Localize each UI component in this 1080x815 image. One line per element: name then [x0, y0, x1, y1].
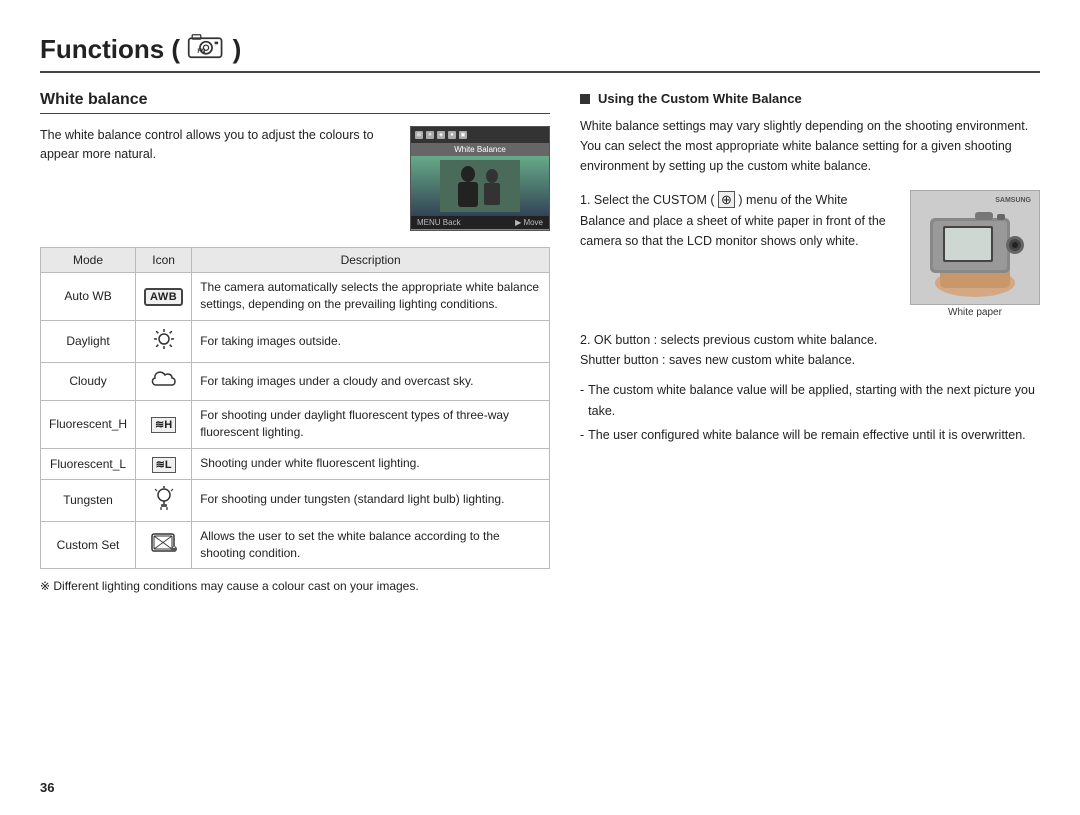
step2-label: 2. OK button [580, 333, 650, 347]
col-header-icon: Icon [136, 248, 192, 273]
screen-label: White Balance [411, 143, 549, 156]
fluorescent-h-icon: ≋H [151, 417, 176, 433]
page: Functions ( FN ) White balance The white… [0, 0, 1080, 815]
step1-label: 1. Select the CUSTOM ( [580, 193, 715, 207]
desc-cell: Allows the user to set the white balance… [192, 521, 550, 569]
right-column: Using the Custom White Balance White bal… [580, 91, 1040, 593]
icon-cell [136, 362, 192, 400]
page-header: Functions ( FN ) [40, 30, 1040, 73]
desc-cell: For shooting under daylight fluorescent … [192, 400, 550, 448]
awb-icon: AWB [144, 288, 183, 306]
table-row: Auto WB AWB The camera automatically selec… [41, 273, 550, 321]
bullet1-text: The custom white balance value will be a… [588, 380, 1040, 423]
table-row: Tungsten For shooting under tungsten (st… [41, 479, 550, 521]
mode-cell: Fluorescent_L [41, 448, 136, 479]
right-section-title: Using the Custom White Balance [598, 91, 802, 106]
icon-cell [136, 479, 192, 521]
left-column: White balance The white balance control … [40, 91, 550, 593]
mode-cell: Tungsten [41, 479, 136, 521]
icon3: ◈ [437, 131, 445, 139]
icon2: ☀ [426, 131, 434, 139]
camera-screen-preview: ⊞ ☀ ◈ ★ ▣ White Balance [410, 126, 550, 231]
mode-cell: Fluorescent_H [41, 400, 136, 448]
col-header-mode: Mode [41, 248, 136, 273]
cloud-icon [150, 369, 178, 389]
step2-section: 2. OK button : selects previous custom w… [580, 330, 1040, 370]
bullet-dash-2: - [580, 425, 584, 446]
page-number: 36 [40, 780, 54, 795]
table-header-row: Mode Icon Description [41, 248, 550, 273]
screen-top-bar: ⊞ ☀ ◈ ★ ▣ [411, 127, 549, 143]
icon-cell: ≋H [136, 400, 192, 448]
title-suffix: ) [233, 34, 242, 64]
bullets-section: - The custom white balance value will be… [580, 380, 1040, 446]
table-row: Fluorescent_H ≋H For shooting under daylig… [41, 400, 550, 448]
custom-set-icon [151, 531, 177, 553]
custom-wb-intro: White balance settings may vary slightly… [580, 116, 1040, 176]
icon5: ▣ [459, 131, 467, 139]
couple-silhouette [440, 160, 520, 212]
step2b-colon: : saves new custom white balance. [659, 353, 856, 367]
title-text: Functions ( [40, 34, 180, 64]
table-row: Custom Set Allows the user to set the wh… [41, 521, 550, 569]
samsung-label: SAMSUNG [995, 197, 1031, 204]
desc-cell: For shooting under tungsten (standard li… [192, 479, 550, 521]
desc-cell: The camera automatically selects the app… [192, 273, 550, 321]
bullet2-text: The user configured white balance will b… [588, 425, 1025, 446]
table-row: Cloudy For taking images under a cloudy … [41, 362, 550, 400]
mode-cell: Cloudy [41, 362, 136, 400]
camera-function-icon: FN [187, 32, 225, 60]
camera-hand-image: SAMSUNG [910, 190, 1040, 305]
bullet-dash-1: - [580, 380, 584, 401]
mode-cell: Auto WB [41, 273, 136, 321]
screen-body [411, 156, 549, 216]
table-row: Fluorescent_L ≋L Shooting under white fluo… [41, 448, 550, 479]
table-row: Daylight For taking images outside. [41, 320, 550, 362]
step2-colon: : selects previous custom white balance. [650, 333, 877, 347]
note-text: ※ Different lighting conditions may caus… [40, 579, 550, 593]
icon-cell: ≋L [136, 448, 192, 479]
icon-cell: AWB [136, 273, 192, 321]
step2b-label: Shutter button [580, 353, 659, 367]
desc-cell: Shooting under white fluorescent lightin… [192, 448, 550, 479]
steps-text: 1. Select the CUSTOM ( ⊕ ) menu of the W… [580, 190, 894, 318]
mode-cell: Custom Set [41, 521, 136, 569]
fluorescent-l-icon: ≋L [152, 457, 176, 473]
mode-cell: Daylight [41, 320, 136, 362]
screen-bottom-bar: MENU Back ▶ Move [411, 216, 549, 229]
steps-section: 1. Select the CUSTOM ( ⊕ ) menu of the W… [580, 190, 1040, 318]
step1-icon: ⊕ [718, 191, 735, 208]
step2-line2: Shutter button : saves new custom white … [580, 350, 1040, 370]
page-title: Functions ( FN ) [40, 30, 241, 65]
screen-icons: ⊞ ☀ ◈ ★ ▣ [415, 131, 467, 139]
wb-table: Mode Icon Description Auto WB AWB The came… [40, 247, 550, 569]
bullet-icon [580, 94, 590, 104]
main-content: White balance The white balance control … [40, 91, 1040, 593]
intro-row: The white balance control allows you to … [40, 126, 550, 231]
camera-svg [915, 198, 1035, 298]
desc-cell: For taking images under a cloudy and ove… [192, 362, 550, 400]
tungsten-icon [153, 486, 175, 510]
icon-cell [136, 320, 192, 362]
icon4: ★ [448, 131, 456, 139]
bullet-line-2: - The user configured white balance will… [580, 425, 1040, 446]
step2-line1: 2. OK button : selects previous custom w… [580, 330, 1040, 350]
intro-text: The white balance control allows you to … [40, 126, 394, 164]
step1-text: 1. Select the CUSTOM ( ⊕ ) menu of the W… [580, 190, 894, 251]
col-header-desc: Description [192, 248, 550, 273]
icon1: ⊞ [415, 131, 423, 139]
sun-icon [152, 327, 176, 351]
custom-wb-title: Using the Custom White Balance [580, 91, 1040, 106]
white-paper-label: White paper [948, 307, 1002, 318]
bullet-line-1: - The custom white balance value will be… [580, 380, 1040, 423]
icon-cell [136, 521, 192, 569]
svg-text:FN: FN [198, 49, 206, 55]
desc-cell: For taking images outside. [192, 320, 550, 362]
section-title: White balance [40, 91, 550, 114]
camera-hand-container: SAMSUNG [910, 190, 1040, 318]
